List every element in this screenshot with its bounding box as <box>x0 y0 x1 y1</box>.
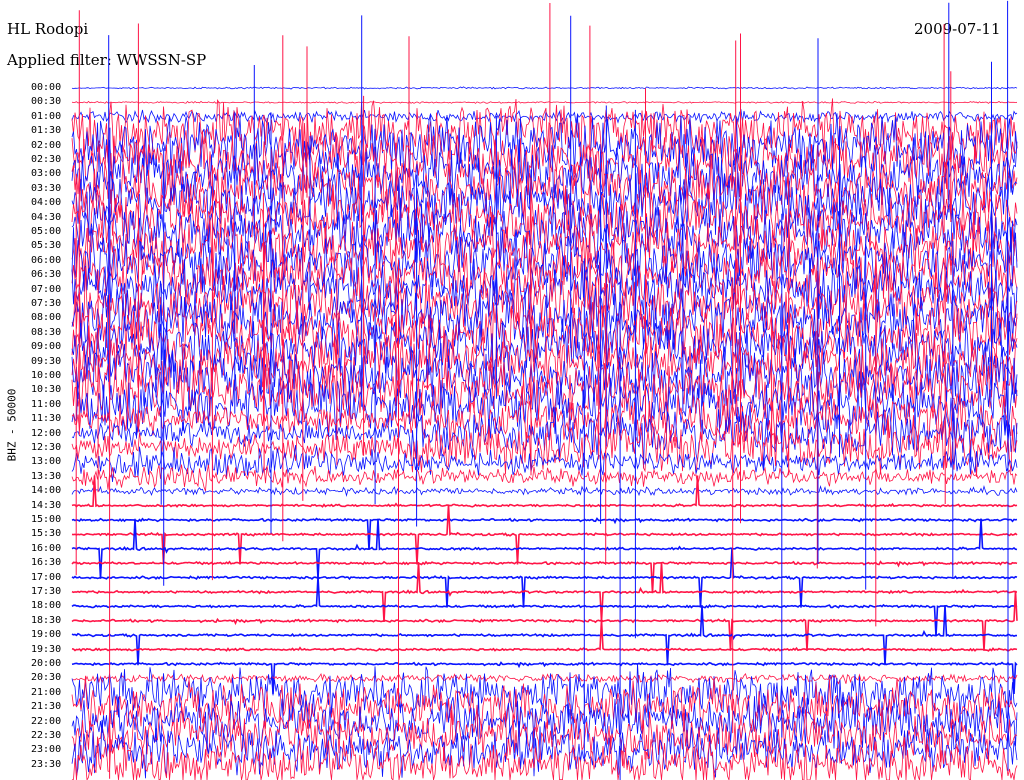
trace-row <box>71 100 1018 104</box>
trace-row <box>71 590 1018 651</box>
trace-row <box>71 576 1018 637</box>
trace-row <box>71 504 1018 565</box>
trace-row <box>71 464 1018 492</box>
trace-row <box>71 547 1018 608</box>
trace-row <box>71 663 1018 724</box>
helicorder-plot <box>71 0 1018 780</box>
trace-row <box>71 518 1018 579</box>
trace-row <box>71 484 1018 498</box>
trace-row <box>71 561 1018 623</box>
trace-row <box>71 475 1018 508</box>
trace-row <box>71 86 1018 90</box>
trace-row <box>71 605 1017 666</box>
trace-row <box>71 672 1018 685</box>
